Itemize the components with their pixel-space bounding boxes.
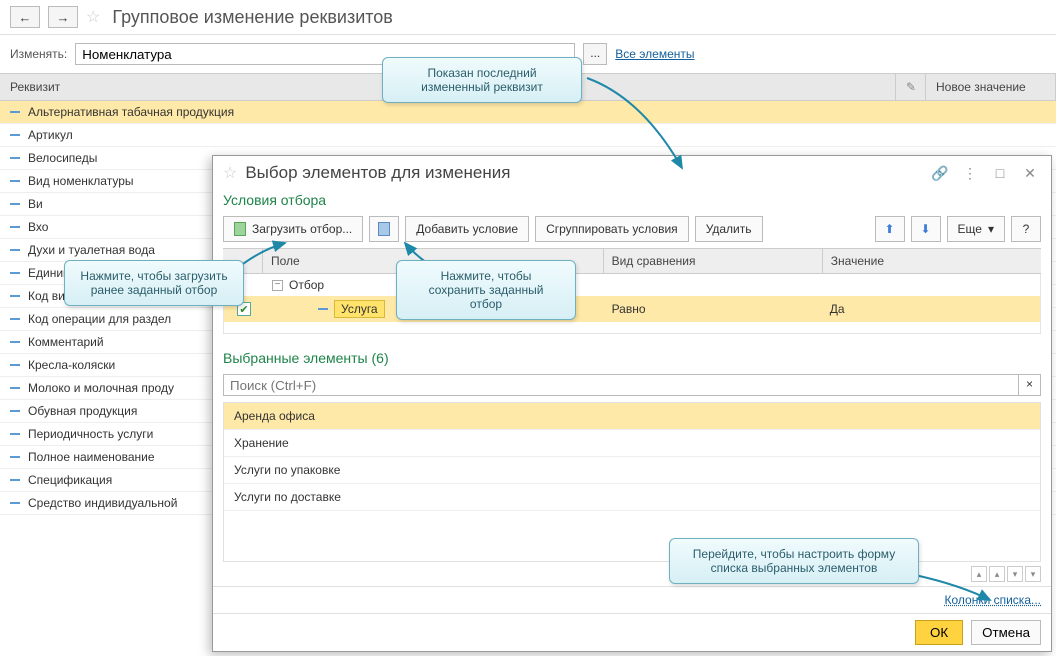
item-icon: [10, 341, 20, 343]
pencil-icon: [906, 80, 916, 94]
list-item[interactable]: Артикул: [0, 124, 1056, 147]
group-label: Отбор: [289, 278, 324, 292]
item-icon: [318, 308, 328, 310]
move-up-button[interactable]: ⬆: [875, 216, 905, 242]
list-item[interactable]: Альтернативная табачная продукция: [0, 101, 1056, 124]
favorite-star-icon[interactable]: ☆: [86, 7, 100, 27]
more-button[interactable]: Еще ▾: [947, 216, 1005, 242]
result-item[interactable]: Услуги по доставке: [224, 484, 1040, 511]
save-icon: [378, 222, 390, 236]
item-icon: [10, 295, 20, 297]
result-item[interactable]: Хранение: [224, 430, 1040, 457]
chevron-down-icon: ▾: [988, 222, 994, 236]
col-new-value: Новое значение: [926, 74, 1056, 100]
ok-button[interactable]: ОК: [915, 620, 963, 645]
callout-load-filter: Нажмите, чтобы загрузить ранее заданный …: [64, 260, 244, 306]
favorite-star-icon[interactable]: ☆: [223, 163, 237, 183]
search-clear-button[interactable]: ×: [1019, 374, 1041, 396]
item-icon: [10, 111, 20, 113]
item-icon: [10, 387, 20, 389]
arrow-icon: [582, 58, 702, 178]
arrow-up-icon: ⬆: [885, 222, 895, 236]
item-icon: [10, 249, 20, 251]
load-filter-button[interactable]: Загрузить отбор...: [223, 216, 363, 242]
callout-save-filter: Нажмите, чтобы сохранить заданный отбор: [396, 260, 576, 320]
item-icon: [10, 364, 20, 366]
callout-configure-list: Перейдите, чтобы настроить форму списка …: [669, 538, 919, 584]
nav-back-button[interactable]: ←: [10, 6, 40, 28]
condition-compare: Равно: [604, 298, 822, 320]
result-list: Аренда офиса Хранение Услуги по упаковке…: [223, 402, 1041, 562]
maximize-icon[interactable]: □: [989, 162, 1011, 184]
col-compare: Вид сравнения: [604, 249, 823, 273]
item-icon: [10, 456, 20, 458]
scroll-down-icon[interactable]: ▾: [1007, 566, 1023, 582]
item-icon: [10, 433, 20, 435]
item-icon: [10, 134, 20, 136]
col-edit-icon: [896, 74, 926, 100]
arrow-down-icon: ⬇: [921, 222, 931, 236]
col-value: Значение: [823, 249, 1041, 273]
callout-last-changed: Показан последний измененный реквизит: [382, 57, 582, 103]
arrow-icon: [910, 570, 1000, 610]
add-condition-button[interactable]: Добавить условие: [405, 216, 529, 242]
delete-button[interactable]: Удалить: [695, 216, 763, 242]
filter-label: Изменять:: [10, 47, 67, 61]
link-icon[interactable]: 🔗: [929, 162, 951, 184]
page-title: Групповое изменение реквизитов: [112, 7, 393, 28]
item-icon: [10, 180, 20, 182]
result-item[interactable]: Услуги по упаковке: [224, 457, 1040, 484]
result-item[interactable]: Аренда офиса: [224, 403, 1040, 430]
section-conditions: Условия отбора: [213, 190, 1051, 210]
save-filter-button[interactable]: [369, 216, 399, 242]
item-icon: [10, 318, 20, 320]
load-icon: [234, 222, 246, 236]
collapse-icon[interactable]: −: [272, 280, 283, 291]
section-selected: Выбранные элементы (6): [213, 348, 1051, 368]
nav-forward-button[interactable]: →: [48, 6, 78, 28]
search-input[interactable]: [223, 374, 1019, 396]
move-down-button[interactable]: ⬇: [911, 216, 941, 242]
condition-row[interactable]: ✔ Услуга Равно Да: [224, 296, 1040, 322]
cancel-button[interactable]: Отмена: [971, 620, 1041, 645]
item-icon: [10, 410, 20, 412]
item-icon: [10, 272, 20, 274]
menu-icon[interactable]: ⋮: [959, 162, 981, 184]
condition-value: Да: [822, 298, 1040, 320]
item-icon: [10, 502, 20, 504]
group-conditions-button[interactable]: Сгруппировать условия: [535, 216, 689, 242]
group-row[interactable]: − Отбор: [224, 274, 1040, 296]
item-icon: [10, 157, 20, 159]
close-icon[interactable]: ✕: [1019, 162, 1041, 184]
condition-field: Услуга: [334, 300, 385, 318]
help-button[interactable]: ?: [1011, 216, 1041, 242]
item-icon: [10, 203, 20, 205]
scroll-bottom-icon[interactable]: ▾: [1025, 566, 1041, 582]
item-icon: [10, 226, 20, 228]
item-icon: [10, 479, 20, 481]
